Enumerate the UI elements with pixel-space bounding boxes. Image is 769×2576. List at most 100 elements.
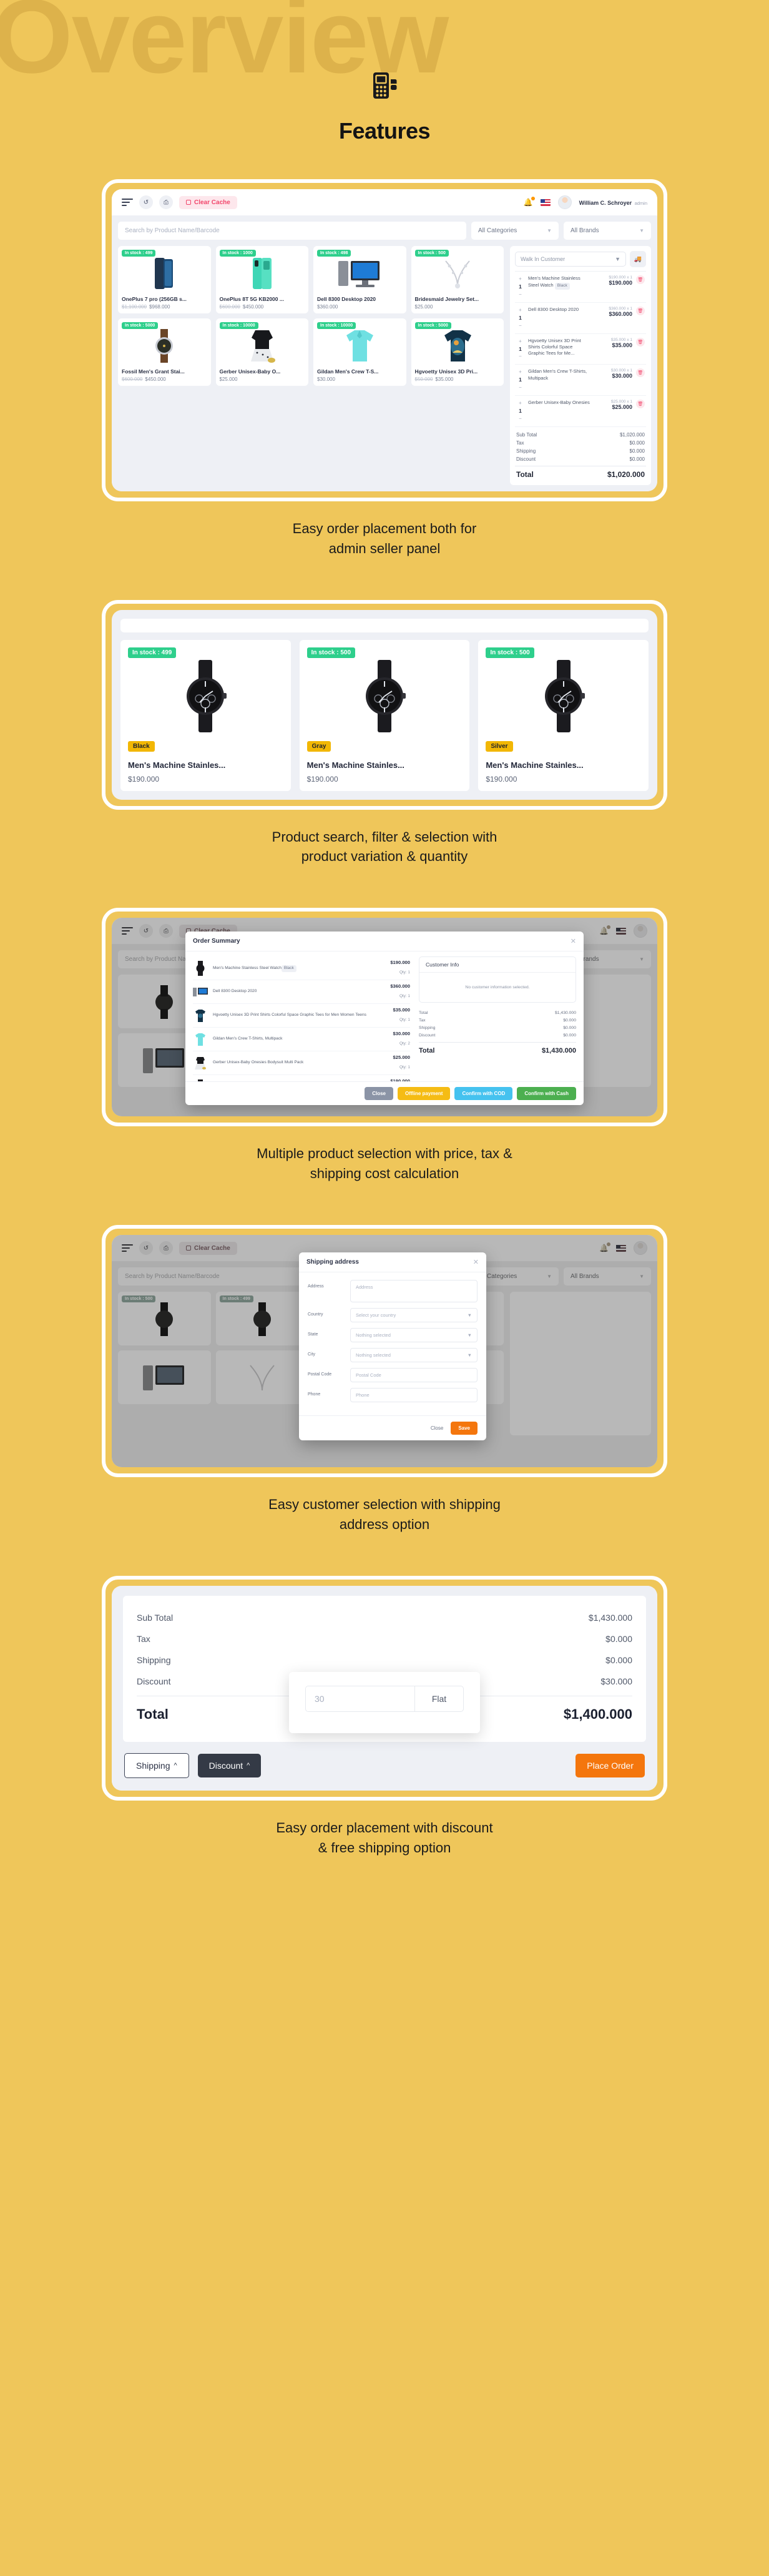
customer-info-empty: No customer information selected. [465, 985, 530, 990]
brand-select[interactable]: All Brands ▼ [564, 1267, 651, 1286]
variation-card[interactable]: In stock : 499 Black Men's Machine Stain… [120, 639, 291, 791]
product-card[interactable]: In stock : 500 [118, 1292, 211, 1346]
city-select[interactable]: Nothing selected ▼ [350, 1348, 478, 1363]
back-arrow-icon[interactable]: ↺ [139, 195, 153, 209]
phone-input[interactable]: Phone [350, 1388, 478, 1403]
product-card[interactable] [118, 1350, 211, 1405]
user-name: William C. Schroyer [579, 200, 632, 206]
customer-select[interactable]: Walk In Customer ▼ [515, 252, 626, 267]
product-price: $190.000 [306, 774, 338, 784]
total-row: Tax $0.000 [419, 1018, 576, 1023]
stock-badge: In stock : 10000 [317, 322, 356, 329]
state-select[interactable]: Nothing selected ▼ [350, 1328, 478, 1343]
back-arrow-icon[interactable]: ↺ [139, 1241, 153, 1256]
product-price: $25.000 [219, 376, 238, 382]
product-price: $50.000 $35.000 [414, 376, 454, 382]
variant-chip[interactable]: Black [128, 740, 155, 752]
chevron-down-icon: ▼ [547, 1274, 552, 1280]
quantity-stepper[interactable]: +1− [516, 307, 524, 330]
delete-icon[interactable]: 🗑 [636, 306, 645, 315]
close-button[interactable]: Close [365, 1087, 393, 1101]
search-input[interactable]: Search by Product Name/Barcode [118, 222, 466, 240]
variant-chip[interactable]: Gray [306, 740, 331, 752]
product-card[interactable]: In stock : 498 Dell 8300 Desktop 2020 $3… [313, 246, 406, 313]
product-card[interactable]: In stock : 1000 OnePlus 8T 5G KB2000 ...… [215, 246, 308, 313]
delete-icon[interactable]: 🗑 [636, 275, 645, 284]
trash-icon [186, 200, 191, 205]
product-card[interactable]: In stock : 499 OnePlus 7 pro (256GB s...… [118, 246, 211, 313]
quantity-stepper[interactable]: +1− [516, 400, 524, 423]
shipping-button[interactable]: Shipping ^ [124, 1753, 189, 1778]
quantity-stepper[interactable]: +1− [516, 275, 524, 298]
product-image [415, 326, 501, 366]
close-icon[interactable]: ✕ [473, 1258, 479, 1266]
printer-icon[interactable]: ⎙ [159, 195, 173, 209]
product-card[interactable]: In stock : 5000 Fossil Men's Grant Stai.… [118, 318, 211, 386]
notification-bell-icon[interactable]: 🔔 [599, 1242, 610, 1252]
category-select-value: All Categories [478, 227, 517, 234]
discount-input[interactable]: 30 [306, 1686, 414, 1711]
printer-icon[interactable]: ⎙ [159, 1241, 173, 1256]
postal-code-input[interactable]: Postal Code [350, 1368, 478, 1383]
action-bar: Shipping ^ Discount ^ Place Order [123, 1753, 646, 1778]
product-card[interactable]: In stock : 10000 Gerber Unisex-Baby O...… [215, 318, 308, 386]
cart-panel [510, 1292, 651, 1436]
cart-item[interactable]: +1− Gerber Unisex-Baby Onesies $25.000 x… [515, 396, 646, 427]
item-thumbnail [193, 985, 208, 1000]
order-item: Dell 8300 Desktop 2020 $360.000 Qty: 1 [193, 980, 410, 1005]
notification-bell-icon[interactable]: 🔔 [524, 197, 535, 207]
close-button[interactable]: Close [431, 1425, 443, 1431]
variant-chip[interactable]: Silver [486, 740, 513, 752]
stock-badge: In stock : 500 [414, 250, 449, 257]
place-order-button[interactable]: Place Order [576, 1753, 645, 1777]
hamburger-menu-icon[interactable] [122, 1244, 133, 1252]
product-card[interactable]: In stock : 5000 Hgvoetty Unisex 3D Pri..… [411, 318, 504, 386]
product-name: Men's Machine Stainles... [486, 760, 584, 770]
cart-item[interactable]: +1− Men's Machine Stainless Steel Watch … [515, 272, 646, 303]
hamburger-menu-icon[interactable] [122, 199, 133, 206]
product-card[interactable]: In stock : 499 [215, 1292, 308, 1346]
quantity-stepper[interactable]: +1− [516, 368, 524, 391]
notification-bell-icon[interactable]: 🔔 [599, 925, 610, 935]
variation-card[interactable]: In stock : 500 [478, 639, 649, 791]
save-button[interactable]: Save [451, 1422, 478, 1435]
cart-item[interactable]: +1− Hgvoetty Unisex 3D Print Shirts Colo… [515, 334, 646, 365]
brand-select[interactable]: All Brands ▼ [564, 222, 651, 240]
avatar[interactable] [634, 924, 647, 938]
country-select[interactable]: Select your country ▼ [350, 1308, 478, 1323]
product-card[interactable]: In stock : 500 Bridesmaid Jewelry Set...… [411, 246, 504, 313]
confirm-with-cod-button[interactable]: Confirm with COD [454, 1087, 513, 1101]
delete-icon[interactable]: 🗑 [636, 368, 645, 378]
printer-icon[interactable]: ⎙ [159, 924, 173, 938]
back-arrow-icon[interactable]: ↺ [139, 924, 153, 938]
discount-button[interactable]: Discount ^ [197, 1753, 262, 1777]
delete-icon[interactable]: 🗑 [636, 337, 645, 347]
product-name: Fossil Men's Grant Stai... [122, 368, 185, 375]
us-flag-icon[interactable] [616, 927, 626, 935]
product-card[interactable]: In stock : 10000 Gildan Men's Crew T-S..… [313, 318, 406, 386]
cart-item[interactable]: +1− Gildan Men's Crew T-Shirts, Multipac… [515, 365, 646, 396]
us-flag-icon[interactable] [540, 199, 551, 206]
product-image [307, 659, 463, 734]
quantity-stepper[interactable]: +1− [516, 338, 524, 361]
confirm-with-cash-button[interactable]: Confirm with Cash [517, 1087, 576, 1101]
product-card[interactable] [215, 1350, 308, 1405]
user-block[interactable]: William C. Schroyer admin [579, 197, 647, 208]
avatar[interactable] [557, 195, 572, 209]
delete-icon[interactable]: 🗑 [636, 400, 645, 408]
discount-type-select[interactable]: Flat [414, 1686, 463, 1711]
variation-card[interactable]: In stock : 500 [299, 639, 470, 791]
avatar[interactable] [634, 1241, 647, 1256]
product-image [486, 659, 641, 734]
close-icon[interactable]: ✕ [571, 937, 576, 945]
cart-item[interactable]: +1− Dell 8300 Desktop 2020 $360.000 x 1 … [515, 303, 646, 334]
offline-payment-button[interactable]: Offline payment [397, 1087, 451, 1101]
shipping-address-button[interactable]: 🚚 [630, 251, 646, 267]
clear-cache-button[interactable]: Clear Cache [179, 1241, 237, 1255]
clear-cache-button[interactable]: Clear Cache [179, 195, 237, 209]
us-flag-icon[interactable] [616, 1244, 626, 1252]
address-input[interactable]: Address [350, 1280, 478, 1303]
hamburger-menu-icon[interactable] [122, 927, 133, 935]
pos-main: In stock : 499 OnePlus 7 pro (256GB s...… [118, 246, 651, 485]
category-select[interactable]: All Categories ▼ [471, 222, 559, 240]
